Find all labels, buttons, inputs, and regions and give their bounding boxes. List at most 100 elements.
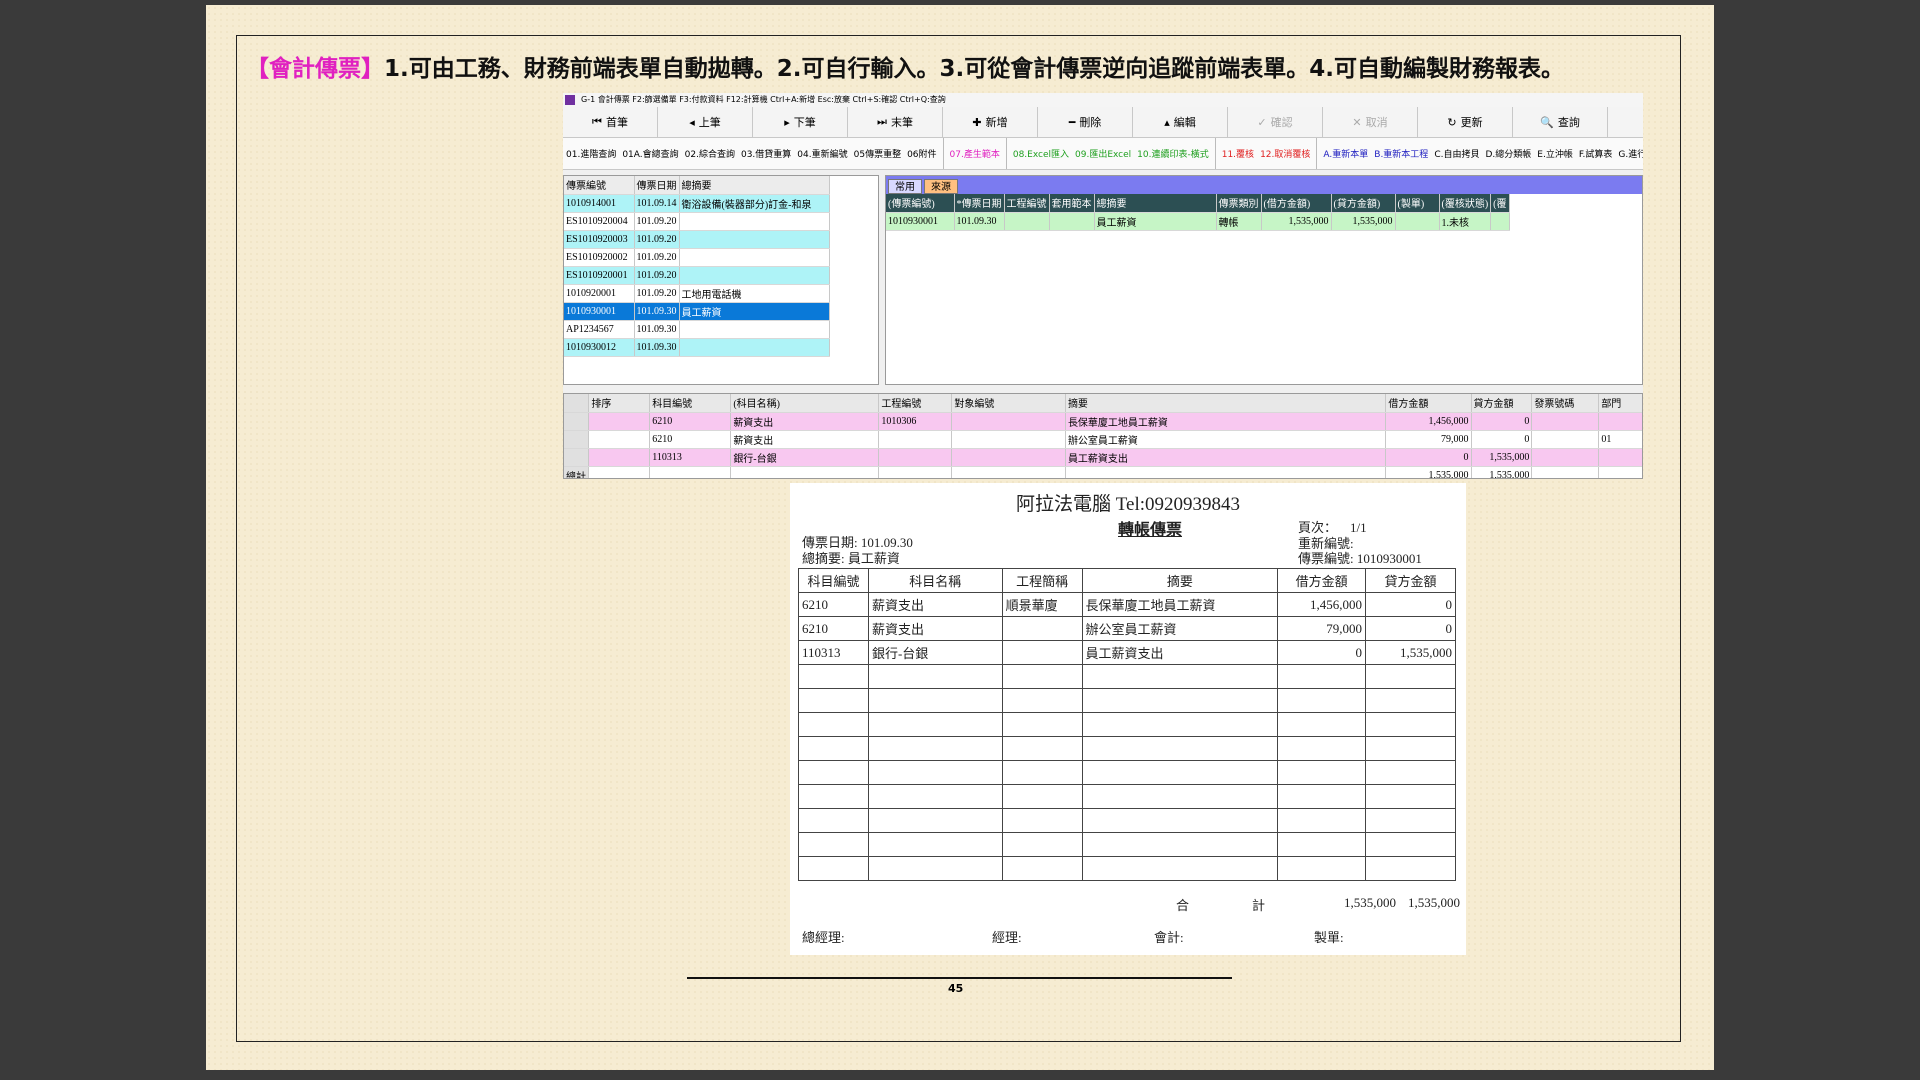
toolbar-button-label: 下筆 bbox=[793, 116, 816, 129]
function-button[interactable]: C.自由拷貝 bbox=[1434, 147, 1479, 160]
lines-column-header[interactable]: (科目名稱) bbox=[730, 394, 880, 413]
toolbar-button-9[interactable]: ↻ 更新 bbox=[1418, 107, 1513, 137]
detail-column-header[interactable]: *傳票日期 bbox=[954, 194, 1005, 213]
function-button[interactable]: 05傳票重整 bbox=[854, 147, 901, 160]
voucher-total-debit: 1,535,000 bbox=[1344, 895, 1396, 910]
detail-column-header[interactable]: 總摘要 bbox=[1094, 194, 1217, 213]
function-button[interactable]: 10.連續印表-橫式 bbox=[1137, 147, 1209, 160]
lines-column-header[interactable]: 發票號碼 bbox=[1531, 394, 1600, 413]
line-cell: 79,000 bbox=[1385, 430, 1472, 449]
voucher-list-row[interactable]: 1010920001 101.09.20 工地用電話機 bbox=[564, 284, 830, 303]
toolbar-button-1[interactable]: ◂ 上筆 bbox=[658, 107, 753, 137]
total-empty-cell bbox=[878, 466, 953, 478]
detail-column-header[interactable]: 套用範本 bbox=[1049, 194, 1095, 213]
detail-column-header[interactable]: (覆 bbox=[1490, 194, 1510, 213]
lines-column-header[interactable]: 借方金額 bbox=[1385, 394, 1472, 413]
toolbar-button-label: 取消 bbox=[1365, 116, 1388, 129]
toolbar-button-6[interactable]: ▴ 編輯 bbox=[1133, 107, 1228, 137]
voucher-list-row[interactable]: 1010930012 101.09.30 bbox=[564, 338, 830, 357]
voucher-list-row[interactable]: ES1010920003 101.09.20 bbox=[564, 230, 830, 249]
lines-column-header[interactable]: 排序 bbox=[588, 394, 651, 413]
toolbar-button-0[interactable]: ⏮ 首筆 bbox=[563, 107, 658, 137]
function-button[interactable]: E.立沖帳 bbox=[1537, 147, 1573, 160]
toolbar-button-5[interactable]: ━ 刪除 bbox=[1038, 107, 1133, 137]
detail-column-header[interactable]: (覆核狀態) bbox=[1439, 194, 1492, 213]
voucher-blank-row bbox=[798, 712, 1456, 737]
function-button[interactable]: 09.匯出Excel bbox=[1075, 147, 1131, 160]
voucher-table: 科目編號 科目名稱 工程簡稱 摘要 借方金額 貸方金額 6210 薪資支出 順景華廈 長保華廈工… bbox=[798, 568, 1456, 881]
function-button[interactable]: 01A.會總查詢 bbox=[622, 147, 678, 160]
lines-column-header[interactable]: 科目編號 bbox=[649, 394, 732, 413]
function-button[interactable]: 04.重新編號 bbox=[797, 147, 847, 160]
voucher-lines-grid[interactable]: 排序 科目編號 (科目名稱) 工程編號 對象編號 摘要 借方金額 貸方金額 發票號碼 部門 621… bbox=[563, 393, 1643, 479]
row-selector[interactable] bbox=[564, 448, 590, 467]
voucher-cell: 0 bbox=[1277, 640, 1367, 665]
function-button[interactable]: D.總分類帳 bbox=[1485, 147, 1531, 160]
printed-voucher: 阿拉法電腦 Tel:0920939843 轉帳傳票 傳票日期: 101.09.3… bbox=[790, 483, 1466, 955]
lines-column-header[interactable]: 摘要 bbox=[1065, 394, 1387, 413]
lines-column-header[interactable]: 部門 bbox=[1598, 394, 1642, 413]
toolbar-button-icon: ▸ bbox=[784, 115, 790, 129]
function-button[interactable]: 08.Excel匯入 bbox=[1013, 147, 1069, 160]
function-button[interactable]: B.重新本工程 bbox=[1374, 147, 1428, 160]
detail-column-header[interactable]: 傳票類別 bbox=[1216, 194, 1262, 213]
detail-column-header[interactable]: 工程編號 bbox=[1004, 194, 1050, 213]
function-button[interactable]: 02.綜合查詢 bbox=[685, 147, 735, 160]
voucher-list-row[interactable]: ES1010920004 101.09.20 bbox=[564, 212, 830, 231]
function-button[interactable]: 01.進階查詢 bbox=[566, 147, 616, 160]
detail-column-header[interactable]: (借方金額) bbox=[1261, 194, 1332, 213]
toolbar-button-4[interactable]: ✚ 新增 bbox=[943, 107, 1038, 137]
list-cell-no: ES1010920003 bbox=[564, 230, 635, 249]
voucher-list-row[interactable]: AP1234567 101.09.30 bbox=[564, 320, 830, 339]
detail-column-header[interactable]: (傳票編號) bbox=[886, 194, 955, 213]
toolbar-button-label: 新增 bbox=[985, 116, 1008, 129]
list-column-header[interactable]: 傳票日期 bbox=[634, 176, 680, 195]
voucher-line-row[interactable]: 6210 薪資支出 1010306 長保華廈工地員工薪資 1,456,000 0 bbox=[564, 412, 1642, 431]
list-column-header[interactable]: 總摘要 bbox=[679, 176, 830, 195]
voucher-line-row[interactable]: 110313 銀行-台銀 員工薪資支出 0 1,535,000 bbox=[564, 448, 1642, 467]
function-button[interactable]: A.重新本單 bbox=[1323, 147, 1368, 160]
voucher-list-row[interactable]: 1010914001 101.09.14 衛浴設備(裝器部分)訂金-和泉 bbox=[564, 194, 830, 213]
voucher-cell: 6210 bbox=[798, 616, 869, 641]
lines-column-header[interactable]: 貸方金額 bbox=[1471, 394, 1533, 413]
detail-tab[interactable]: 來源 bbox=[924, 179, 958, 194]
total-empty-cell bbox=[588, 466, 651, 478]
function-button[interactable]: 06附件 bbox=[907, 147, 936, 160]
voucher-list-grid[interactable]: 傳票編號 傳票日期 總摘要 1010914001 101.09.14 衛浴設備(裝器部分… bbox=[563, 175, 879, 385]
detail-cell: 1,535,000 bbox=[1261, 212, 1332, 231]
voucher-header-row[interactable]: 1010930001 101.09.30 員工薪資 轉帳 1,535,000 1,535,… bbox=[886, 212, 1510, 231]
detail-column-header[interactable]: (製單) bbox=[1395, 194, 1440, 213]
voucher-list-row[interactable]: 1010930001 101.09.30 員工薪資 bbox=[564, 302, 830, 321]
voucher-cell bbox=[1081, 808, 1279, 833]
toolbar-button-2[interactable]: ▸ 下筆 bbox=[753, 107, 848, 137]
voucher-cell bbox=[867, 832, 1003, 857]
voucher-list-row[interactable]: ES1010920001 101.09.20 bbox=[564, 266, 830, 285]
voucher-list-row[interactable]: ES1010920002 101.09.20 bbox=[564, 248, 830, 267]
row-selector[interactable] bbox=[564, 430, 590, 449]
footer-line bbox=[687, 977, 1232, 979]
voucher-line-row[interactable]: 6210 薪資支出 辦公室員工薪資 79,000 0 01 bbox=[564, 430, 1642, 449]
function-button[interactable]: F.試算表 bbox=[1579, 147, 1613, 160]
row-selector[interactable] bbox=[564, 412, 590, 431]
toolbar-button-3[interactable]: ⏭ 末筆 bbox=[848, 107, 943, 137]
toolbar-button-icon: ◂ bbox=[689, 115, 695, 129]
function-button[interactable]: 12.取消覆核 bbox=[1260, 147, 1310, 160]
detail-cell: 轉帳 bbox=[1216, 212, 1262, 231]
detail-column-header[interactable]: (貸方金額) bbox=[1331, 194, 1396, 213]
signature-gm: 總經理: bbox=[802, 930, 845, 945]
lines-column-header[interactable]: 工程編號 bbox=[878, 394, 953, 413]
function-button[interactable]: 03.借貸重算 bbox=[741, 147, 791, 160]
toolbar-button-10[interactable]: 🔍 查詢 bbox=[1513, 107, 1608, 137]
function-button[interactable]: 07.產生範本 bbox=[950, 147, 1000, 160]
voucher-cell bbox=[1001, 712, 1083, 737]
function-button[interactable]: G.進行月結 bbox=[1618, 147, 1643, 160]
voucher-list-body: 1010914001 101.09.14 衛浴設備(裝器部分)訂金-和泉 ES1010… bbox=[564, 194, 830, 357]
detail-tab[interactable]: 常用 bbox=[888, 179, 922, 194]
toolbar-button-icon: ✓ bbox=[1257, 115, 1267, 129]
voucher-cell bbox=[798, 832, 869, 857]
voucher-lines-body: 6210 薪資支出 1010306 長保華廈工地員工薪資 1,456,000 0 6210 薪… bbox=[564, 412, 1642, 478]
function-button[interactable]: 11.覆核 bbox=[1222, 147, 1254, 160]
line-cell: 員工薪資支出 bbox=[1065, 448, 1387, 467]
lines-column-header[interactable]: 對象編號 bbox=[951, 394, 1066, 413]
list-column-header[interactable]: 傳票編號 bbox=[564, 176, 635, 195]
